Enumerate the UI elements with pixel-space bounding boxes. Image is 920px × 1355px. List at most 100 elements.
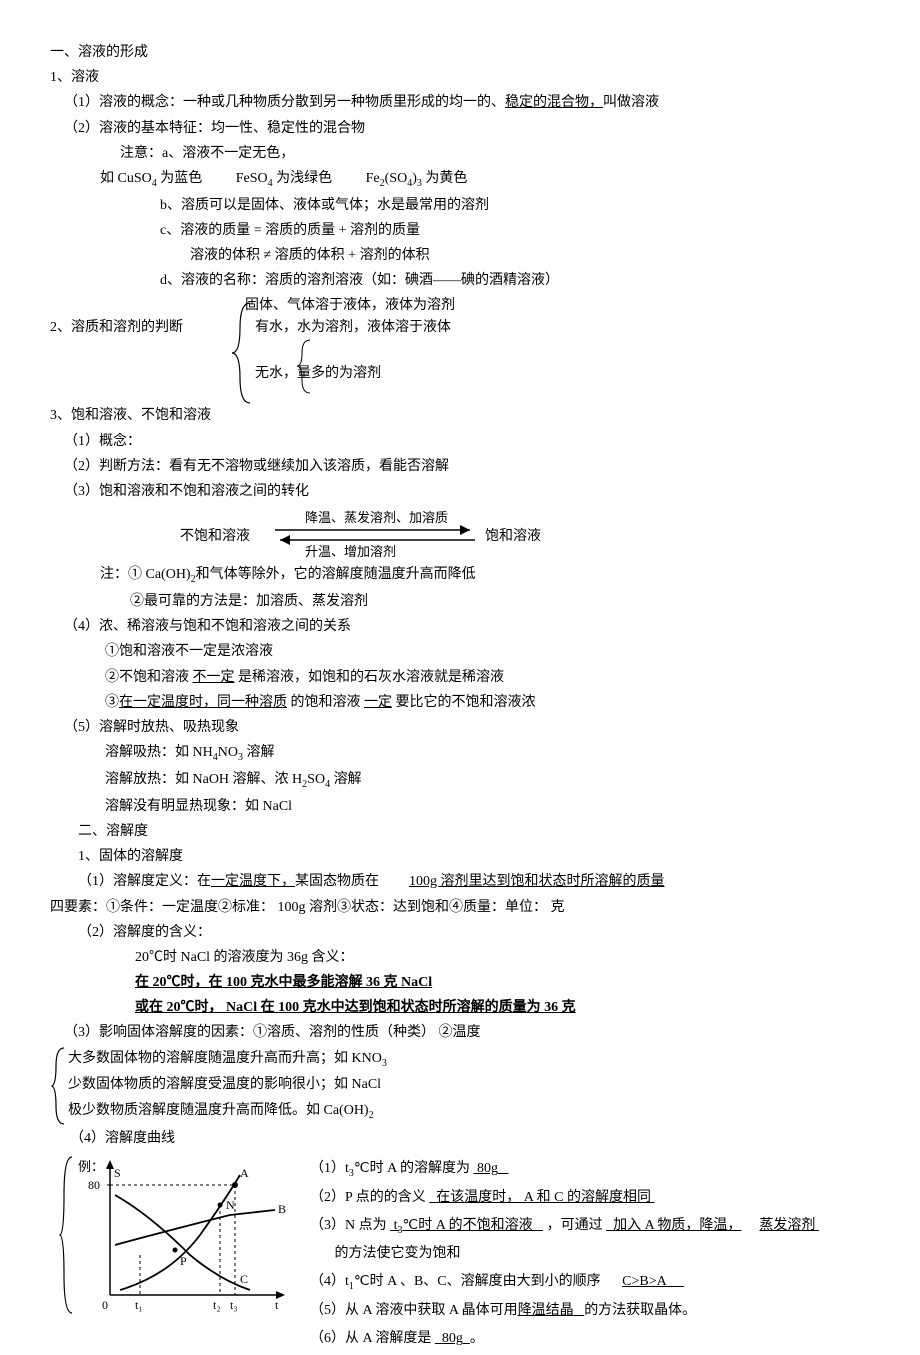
svg-text:N: N — [226, 1198, 235, 1212]
brace-line-1: 有水，水为溶剂，液体溶于液体 — [255, 315, 451, 340]
answer: 加入 A 物质，降温， — [606, 1218, 741, 1233]
text: （4）t — [310, 1274, 349, 1289]
text: ℃时 A 的不饱和溶液 — [403, 1218, 533, 1233]
sec-3-4: （4）浓、稀溶液与饱和不饱和溶液之间的关系 — [50, 614, 870, 639]
text: 溶解放热：如 NaOH 溶解、浓 H — [105, 772, 302, 787]
text: 极少数物质溶解度随温度升高而降低。如 Ca(OH) — [68, 1103, 369, 1118]
svg-text:t₁: t₁ — [135, 1298, 143, 1312]
sub: 4 — [325, 779, 330, 790]
text: （1）t — [310, 1161, 349, 1176]
text: 无水，量多的为溶剂 — [255, 366, 381, 381]
q6: （6）从 A 溶解度是 80g 。 — [310, 1325, 819, 1353]
text: 降温结晶 — [518, 1303, 574, 1318]
solubility-curve-block: 例： 80 S A N B P C 0 t₁ t₂ t₃ t — [50, 1155, 870, 1315]
svg-text:t₃: t₃ — [230, 1298, 238, 1312]
text: 的方法获取晶体。 — [584, 1303, 696, 1318]
svg-text:A: A — [240, 1166, 249, 1180]
heading-2: 二、溶解度 — [50, 819, 870, 844]
text: (SO — [385, 171, 408, 186]
underline-text: 100g 溶剂里达到饱和状态时所溶解的质量 — [409, 874, 665, 889]
svg-text:P: P — [180, 1254, 187, 1268]
questions-block: （1）t3℃时 A 的溶解度为 80g （2）P 点的的含义 在该温度时， A … — [310, 1155, 819, 1353]
text: 的方法使它变为饱和 — [335, 1246, 461, 1261]
sec-3-5-2: 溶解放热：如 NaOH 溶解、浓 H2SO4 溶解 — [50, 767, 870, 794]
p1: 1、固体的溶解度 — [50, 844, 870, 869]
text: ，可通过 — [547, 1218, 603, 1233]
sec-3-5-1: 溶解吸热：如 NH4NO3 溶解 — [50, 740, 870, 767]
text: 是稀溶液，如饱和的石灰水溶液就是稀溶液 — [238, 670, 504, 685]
p1-1: （1）溶解度定义：在一定温度下，某固态物质在 100g 溶剂里达到饱和状态时所溶解… — [50, 869, 870, 894]
text: 如 CuSO — [100, 171, 152, 186]
p1-3-3: 极少数物质溶解度随温度升高而降低。如 Ca(OH)2 — [68, 1098, 374, 1125]
note-a-colors: 如 CuSO4 为蓝色 FeSO4 为浅绿色 Fe2(SO4)3 为黄色 — [50, 166, 870, 193]
text: 要比它的不饱和溶液浓 — [396, 695, 536, 710]
sec-3-4-3: ③在一定温度时，同一种溶质 的饱和溶液 一定 要比它的不饱和溶液浓 — [50, 690, 870, 715]
answer: 降温结晶 — [518, 1303, 585, 1318]
sub: 3 — [382, 1057, 387, 1068]
svg-text:80: 80 — [88, 1178, 100, 1192]
text: （2）P 点的的含义 — [310, 1190, 426, 1205]
p1-3-2: 少数固体物质的溶解度受温度的影响很小；如 NaCl — [68, 1072, 381, 1097]
note-d: d、溶液的名称：溶质的溶剂溶液（如：碘酒——碘的酒精溶液） — [50, 268, 870, 293]
p1-2-2: 在 20℃时，在 100 克水中最多能溶解 36 克 NaCl — [50, 970, 870, 995]
sub: 4 — [152, 178, 157, 189]
text: 为黄色 — [425, 171, 467, 186]
text: 溶解吸热：如 NH — [105, 745, 213, 760]
text: 80g — [442, 1331, 463, 1346]
sec-3-5-3: 溶解没有明显热现象：如 NaCl — [50, 794, 870, 819]
text: 加入 A 物质，降温， — [613, 1218, 741, 1233]
text: Fe — [366, 171, 380, 186]
p1-3: （3）影响固体溶解度的因素：①溶质、溶剂的性质（种类） ②温度 — [50, 1020, 870, 1045]
sec-1-2: （2）溶液的基本特征：均一性、稳定性的混合物 — [50, 116, 870, 141]
svg-text:t₂: t₂ — [213, 1298, 221, 1312]
note-c2: 溶液的体积 ≠ 溶质的体积 + 溶剂的体积 — [50, 243, 870, 268]
text: （6）从 A 溶解度是 — [310, 1331, 431, 1346]
text: 为浅绿色 — [276, 171, 332, 186]
p1-3-1: 大多数固体物的溶解度随温度升高而升高；如 KNO3 — [68, 1046, 387, 1073]
underline-text: 稳定的混合物， — [505, 95, 603, 110]
sec-3-3: （3）饱和溶液和不饱和溶液之间的转化 — [50, 479, 870, 504]
sec-2: 2、溶质和溶剂的判断 — [50, 315, 183, 340]
q4: （4）t1℃时 A 、B、C、溶解度由大到小的顺序 C>B>A — [310, 1268, 819, 1297]
sub: 3 — [238, 752, 243, 763]
text: ③ — [105, 695, 119, 710]
sec-3-2: （2）判断方法：看有无不溶物或继续加入该溶质，看能否溶解 — [50, 454, 870, 479]
p1-note: 四要素：①条件：一定温度②标准： 100g 溶剂③状态：达到饱和④质量：单位： … — [50, 895, 870, 920]
text: （1）溶液的概念：一种或几种物质分散到另一种物质里形成的均一的、 — [64, 95, 505, 110]
q5: （5）从 A 溶液中获取 A 晶体可用降温结晶 的方法获取晶体。 — [310, 1297, 819, 1325]
text: （3）N 点为 — [310, 1218, 387, 1233]
text: C>B>A — [622, 1274, 667, 1289]
p1-4: （4）溶解度曲线 — [50, 1126, 870, 1151]
example-brace-icon — [58, 1155, 78, 1315]
underline-text: 一定温度下， — [211, 874, 295, 889]
text: 蒸发溶剂 — [759, 1218, 815, 1233]
arrow-bottom-label: 升温、增加溶剂 — [305, 540, 396, 563]
sub: 2 — [369, 1109, 374, 1120]
heading-1: 一、溶液的形成 — [50, 40, 870, 65]
answer: t3℃时 A 的不饱和溶液 — [390, 1218, 543, 1233]
svg-text:C: C — [240, 1272, 248, 1286]
svg-text:t: t — [275, 1298, 279, 1312]
answer: 80g — [435, 1331, 470, 1346]
sec-3-1: （1）概念： — [50, 429, 870, 454]
svg-text:B: B — [278, 1202, 286, 1216]
sec-3-4-1: ①饱和溶液不一定是浓溶液 — [50, 639, 870, 664]
note-c: c、溶液的质量 = 溶质的质量 + 溶剂的质量 — [50, 218, 870, 243]
arrow-right-label: 饱和溶液 — [485, 524, 541, 549]
p1-2-1: 20℃时 NaCl 的溶液度为 36g 含义： — [50, 945, 870, 970]
solvent-judgement-block: 固体、气体溶于液体，液体为溶剂 2、溶质和溶剂的判断 有水，水为溶剂，液体溶于液… — [50, 293, 870, 403]
text: SO — [307, 772, 325, 787]
text: NO — [218, 745, 238, 760]
text: 某固态物质在 — [295, 874, 379, 889]
text: （5）从 A 溶液中获取 A 晶体可用 — [310, 1303, 518, 1318]
text: 溶解 — [334, 772, 362, 787]
sub: 3 — [417, 178, 422, 189]
underline-text: 不一定 — [193, 670, 235, 685]
q3: （3）N 点为 t3℃时 A 的不饱和溶液 ，可通过 加入 A 物质，降温， 蒸发… — [310, 1212, 819, 1269]
sub: 4 — [268, 178, 273, 189]
sec-1: 1、溶液 — [50, 65, 870, 90]
text: （1）溶解度定义：在 — [78, 874, 211, 889]
underline-text: 在一定温度时，同一种溶质 — [119, 695, 287, 710]
conversion-arrows: 不饱和溶液 降温、蒸发溶剂、加溶质 升温、增加溶剂 饱和溶液 — [130, 510, 870, 560]
sec-1-1: （1）溶液的概念：一种或几种物质分散到另一种物质里形成的均一的、稳定的混合物，叫… — [50, 90, 870, 115]
